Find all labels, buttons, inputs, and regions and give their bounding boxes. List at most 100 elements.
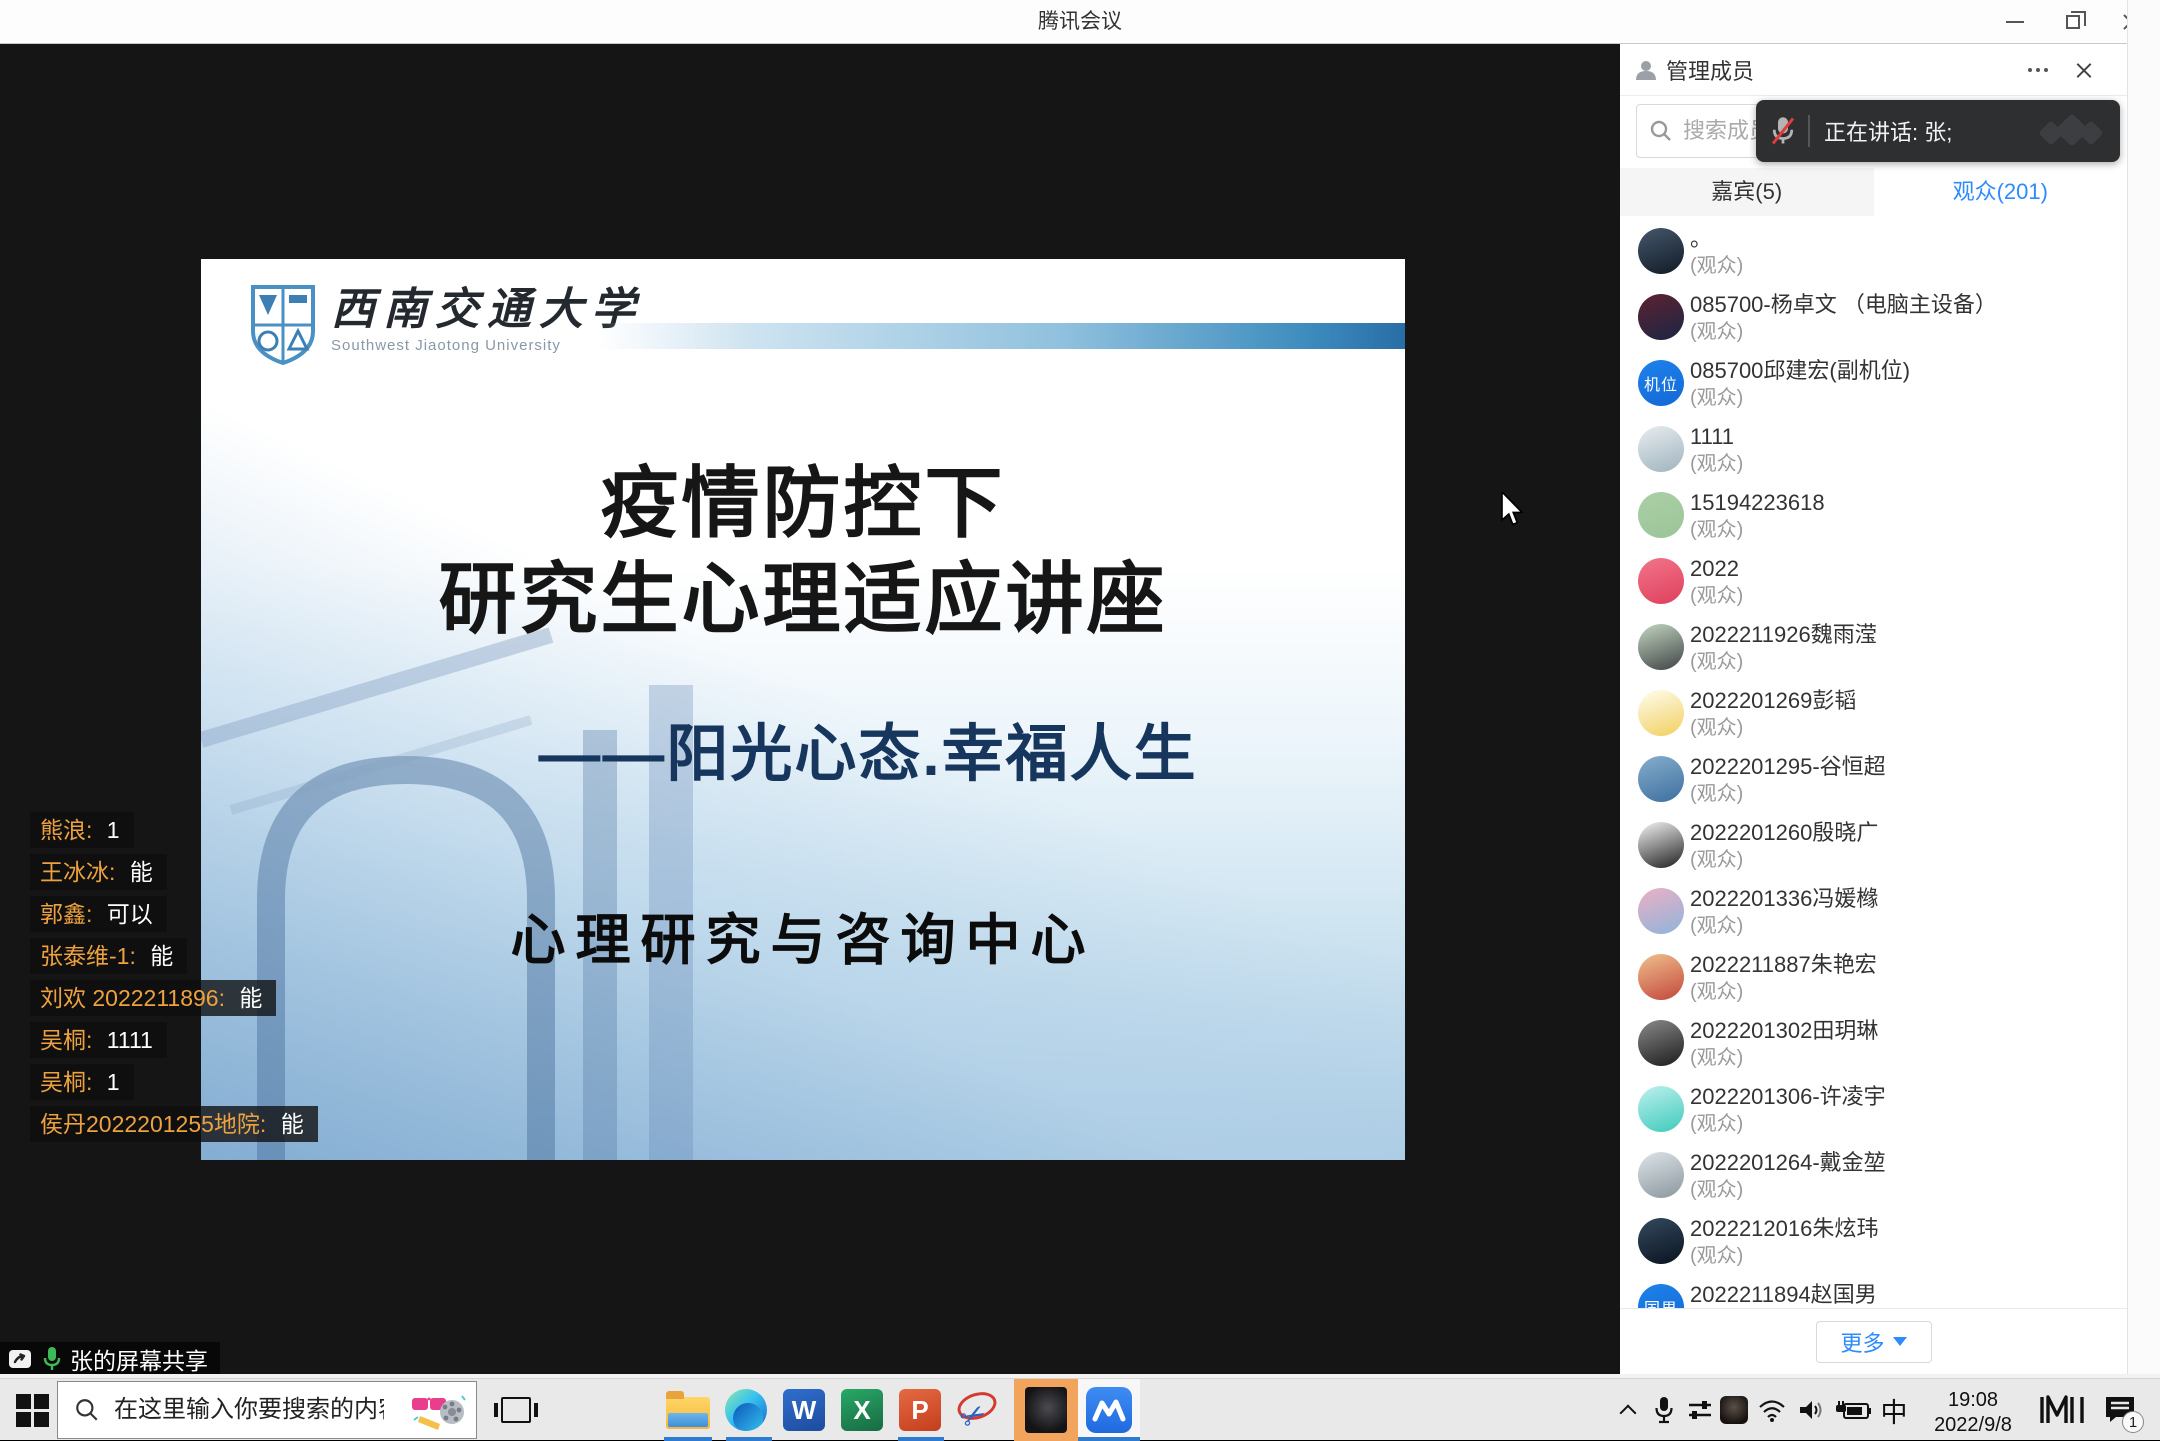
attendee-row[interactable]: 。 (观众) <box>1620 222 2127 288</box>
attendee-role: (观众) <box>1690 517 2127 543</box>
taskbar-app-active-window[interactable] <box>1014 1379 1078 1441</box>
attendee-row[interactable]: 2022201306-许凌宇 (观众) <box>1620 1080 2127 1146</box>
taskbar-search-input[interactable] <box>114 1396 384 1424</box>
attendee-row[interactable]: 2022201269彭韬 (观众) <box>1620 684 2127 750</box>
windows-logo-icon <box>16 1394 49 1427</box>
chevron-up-icon <box>1620 1405 1637 1422</box>
running-indicator <box>664 1437 712 1441</box>
attendee-row[interactable]: 2022212016朱炫玮 (观众) <box>1620 1212 2127 1278</box>
attendee-name: 1111 <box>1690 420 2127 451</box>
tab-audience[interactable]: 观众(201) <box>1874 168 2128 216</box>
minimize-button[interactable] <box>1986 0 2044 43</box>
attendee-name: 2022201264-戴金堃 <box>1690 1146 2127 1177</box>
university-logo: 西南交通大学 Southwest Jiaotong University <box>251 285 643 365</box>
taskbar-app-excel[interactable]: X <box>834 1379 890 1441</box>
chat-text: 1 <box>107 1069 120 1095</box>
tray-avatar-icon <box>1720 1396 1748 1424</box>
avatar <box>1638 624 1684 670</box>
taskbar-app-tencent-meeting[interactable] <box>1078 1379 1140 1441</box>
attendee-row[interactable]: 1111 (观众) <box>1620 420 2127 486</box>
chat-message: 王冰冰: 能 <box>30 854 167 890</box>
tray-m-logo-button[interactable] <box>2036 1379 2088 1441</box>
attendee-row[interactable]: 2022201260殷晓广 (观众) <box>1620 816 2127 882</box>
attendee-row[interactable]: 085700-杨卓文 （电脑主设备） (观众) <box>1620 288 2127 354</box>
attendee-row[interactable]: 2022201302田玥琳 (观众) <box>1620 1014 2127 1080</box>
attendee-role: (观众) <box>1690 1045 2127 1071</box>
snipping-tool-icon: ✂ <box>955 1389 1001 1431</box>
chat-sender: 吴桐: <box>40 1069 92 1095</box>
attendee-row[interactable]: 2022201264-戴金堃 (观众) <box>1620 1146 2127 1212</box>
tray-wifi-button[interactable] <box>1754 1379 1790 1441</box>
attendee-name: 15194223618 <box>1690 486 2127 517</box>
chat-sender: 侯丹2022201255地院: <box>40 1111 266 1137</box>
attendee-row[interactable]: 2022 (观众) <box>1620 552 2127 618</box>
attendee-role: (观众) <box>1690 385 2127 411</box>
tray-app-thumbnail[interactable] <box>1718 1379 1750 1441</box>
speaking-status-text: 正在讲话: 张; <box>1824 115 1952 147</box>
m-logo-icon <box>2040 1395 2084 1425</box>
chat-text: 1111 <box>107 1027 153 1053</box>
avatar <box>1638 228 1684 274</box>
attendee-role: (观众) <box>1690 715 2127 741</box>
panel-title: 管理成员 <box>1666 54 1754 86</box>
tray-battery-button[interactable] <box>1832 1379 1874 1441</box>
panel-more-button[interactable] <box>2023 58 2053 82</box>
shared-slide: 西南交通大学 Southwest Jiaotong University 疫情防… <box>201 259 1405 1160</box>
task-view-button[interactable] <box>488 1379 544 1441</box>
taskbar-app-powerpoint[interactable]: P <box>892 1379 948 1441</box>
tab-guests[interactable]: 嘉宾(5) <box>1620 168 1874 216</box>
taskbar-search-box[interactable] <box>57 1381 477 1439</box>
attendee-row[interactable]: 2022201295-谷恒超 (观众) <box>1620 750 2127 816</box>
university-name-cn: 西南交通大学 <box>331 285 643 335</box>
speaking-toast: 正在讲话: 张; <box>1756 100 2120 162</box>
tray-ime-indicator[interactable]: 中 <box>1876 1379 1912 1441</box>
attendee-list[interactable]: 。 (观众) 085700-杨卓文 （电脑主设备） (观众) 机位 085700… <box>1620 216 2127 1308</box>
attendee-role: (观众) <box>1690 913 2127 939</box>
restore-button[interactable] <box>2044 0 2102 43</box>
attendee-row[interactable]: 2022211926魏雨滢 (观众) <box>1620 618 2127 684</box>
attendee-row[interactable]: 机位 085700邱建宏(副机位) (观众) <box>1620 354 2127 420</box>
chat-text: 1 <box>107 817 120 843</box>
excel-icon: X <box>841 1389 883 1431</box>
attendee-role: (观众) <box>1690 649 2127 675</box>
tray-clock[interactable]: 19:08 2022/9/8 <box>1912 1379 2034 1441</box>
attendee-name: 2022201269彭韬 <box>1690 684 2127 715</box>
taskbar-app-file-explorer[interactable] <box>660 1379 716 1441</box>
slide-subtitle: ——阳光心态.幸福人生 <box>331 703 1405 793</box>
chat-sender: 熊浪: <box>40 817 92 843</box>
more-ellipsis-icon <box>2036 68 2040 72</box>
taskbar-app-word[interactable]: W <box>776 1379 832 1441</box>
chat-message-row: 张泰维-1: 能 <box>30 938 318 974</box>
taskbar-app-snipping-tool[interactable]: ✂ <box>950 1379 1006 1441</box>
taskbar-app-edge[interactable] <box>718 1379 774 1441</box>
tray-microphone-button[interactable] <box>1648 1379 1680 1441</box>
attendee-name: 085700邱建宏(副机位) <box>1690 354 2127 385</box>
tray-volume-button[interactable] <box>1794 1379 1830 1441</box>
slide-organization: 心理研究与咨询中心 <box>201 895 1405 975</box>
avatar <box>1638 1020 1684 1066</box>
attendee-role: (观众) <box>1690 451 2127 477</box>
search-icon <box>74 1397 100 1423</box>
task-view-icon <box>501 1397 531 1423</box>
start-button[interactable] <box>8 1379 56 1441</box>
sliders-icon <box>1687 1397 1713 1423</box>
chat-message-row: 侯丹2022201255地院: 能 <box>30 1106 318 1142</box>
tencent-meeting-icon <box>1086 1387 1132 1433</box>
tray-expand-button[interactable] <box>1612 1379 1644 1441</box>
attendee-row[interactable]: 15194223618 (观众) <box>1620 486 2127 552</box>
attendee-row[interactable]: 2022211887朱艳宏 (观众) <box>1620 948 2127 1014</box>
more-button[interactable]: 更多 <box>1816 1321 1932 1363</box>
attendee-row[interactable]: 2022201336冯媛橼 (观众) <box>1620 882 2127 948</box>
attendee-row[interactable]: 国男 2022211894赵国男 (观众) <box>1620 1278 2127 1308</box>
attendee-role: (观众) <box>1690 781 2127 807</box>
search-highlight-cinema-icon[interactable] <box>410 1390 466 1432</box>
chat-message: 郭鑫: 可以 <box>30 896 167 932</box>
tray-notification-button[interactable]: 1 <box>2094 1379 2146 1441</box>
screen-share-banner: 张的屏幕共享 <box>0 1342 220 1374</box>
restore-icon <box>2066 15 2080 29</box>
powerpoint-icon: P <box>899 1389 941 1431</box>
tray-audio-settings-button[interactable] <box>1684 1379 1716 1441</box>
panel-close-button[interactable] <box>2071 58 2097 82</box>
avatar <box>1638 294 1684 340</box>
attendee-name: 2022201260殷晓广 <box>1690 816 2127 847</box>
